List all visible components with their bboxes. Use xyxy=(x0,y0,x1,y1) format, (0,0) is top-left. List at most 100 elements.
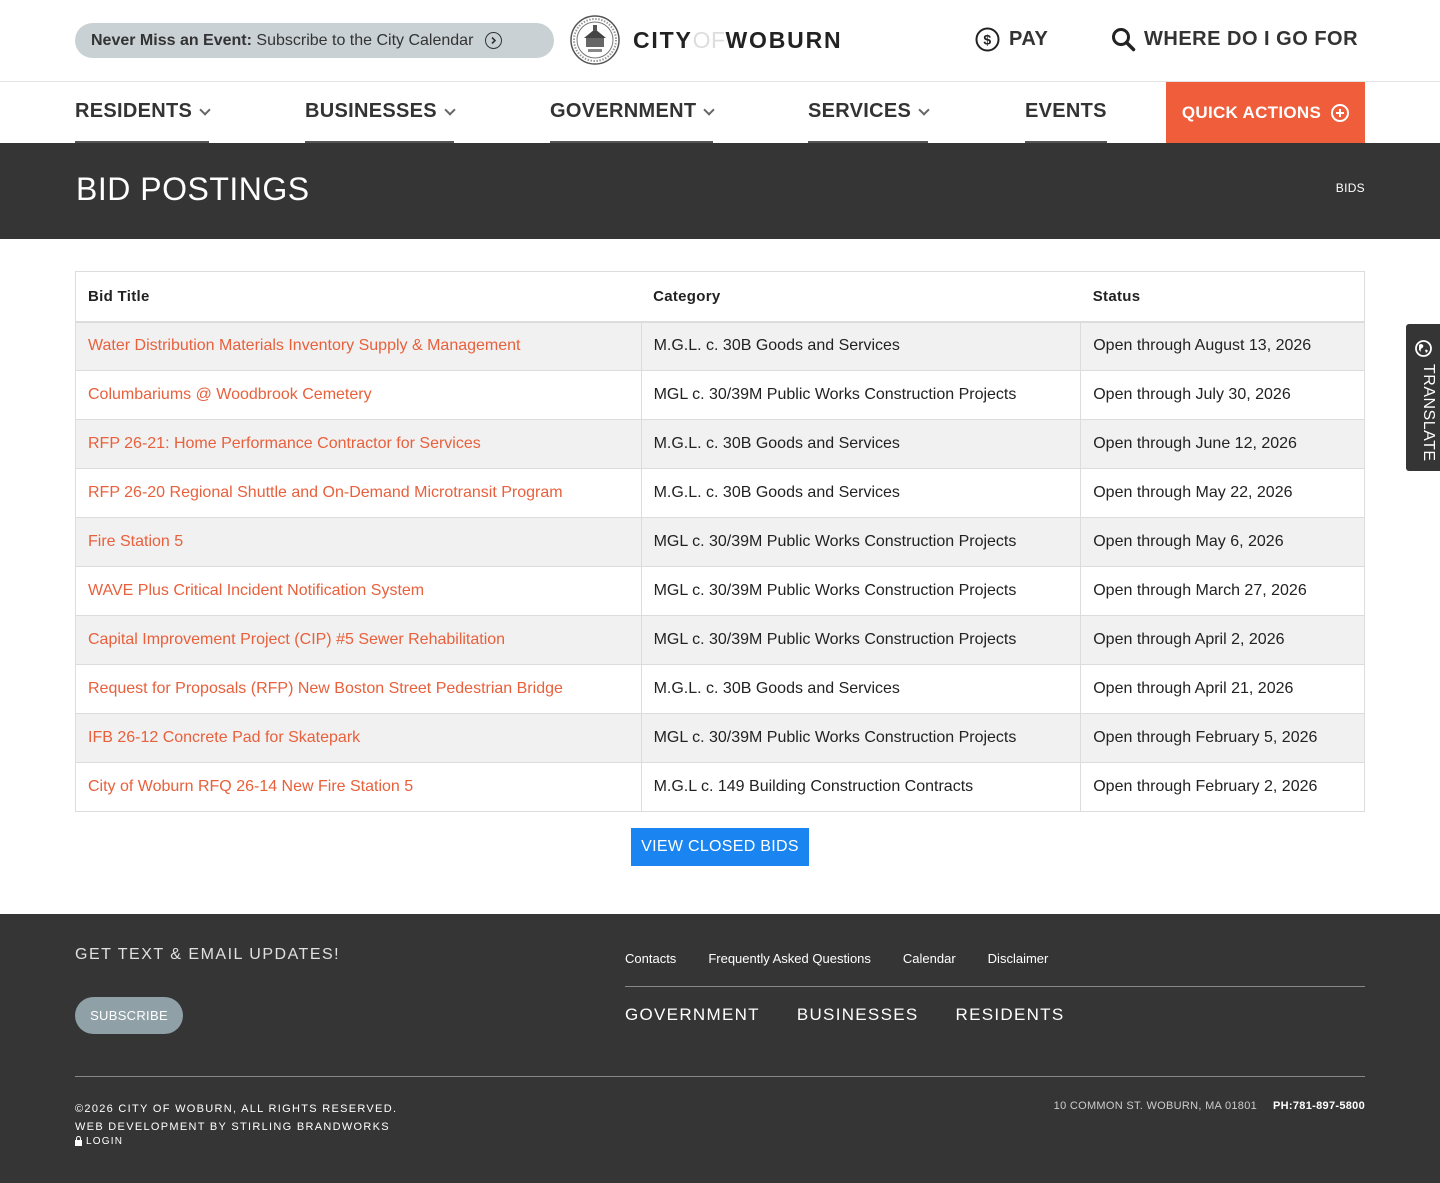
footer-link-calendar[interactable]: Calendar xyxy=(903,951,956,966)
login-link[interactable]: LOGIN xyxy=(75,1135,124,1147)
bid-category: M.G.L c. 149 Building Construction Contr… xyxy=(640,762,1081,812)
table-row: City of Woburn RFQ 26-14 New Fire Statio… xyxy=(75,762,1365,812)
bid-status: Open through April 21, 2026 xyxy=(1080,664,1365,714)
table-row: WAVE Plus Critical Incident Notification… xyxy=(75,566,1365,616)
footer-links: Contacts Frequently Asked Questions Cale… xyxy=(625,951,1080,966)
nav-events[interactable]: EVENTS xyxy=(1025,100,1107,143)
column-header-bid-title[interactable]: Bid Title xyxy=(75,271,642,323)
lock-icon xyxy=(75,1135,82,1146)
dollar-circle-icon: $ xyxy=(975,27,1000,52)
bid-category: M.G.L. c. 30B Goods and Services xyxy=(640,468,1081,518)
footer-nav-businesses[interactable]: BUSINESSES xyxy=(797,1005,919,1025)
footer-link-contacts[interactable]: Contacts xyxy=(625,951,676,966)
chevron-down-icon xyxy=(444,104,456,116)
breadcrumb[interactable]: BIDS xyxy=(1336,181,1365,195)
login-label: LOGIN xyxy=(86,1136,124,1147)
bid-status: Open through April 2, 2026 xyxy=(1080,615,1365,665)
table-body: Water Distribution Materials Inventory S… xyxy=(75,321,1365,812)
table-row: Request for Proposals (RFP) New Boston S… xyxy=(75,664,1365,714)
subscribe-button[interactable]: SUBSCRIBE xyxy=(75,997,183,1034)
bid-title-link[interactable]: WAVE Plus Critical Incident Notification… xyxy=(75,566,642,616)
nav-government-label: GOVERNMENT xyxy=(550,100,697,122)
nav-residents[interactable]: RESIDENTS xyxy=(75,100,211,143)
bid-status: Open through March 27, 2026 xyxy=(1080,566,1365,616)
bid-category: MGL c. 30/39M Public Works Construction … xyxy=(640,615,1081,665)
calendar-promo-link[interactable]: Never Miss an Event: Subscribe to the Ci… xyxy=(75,23,554,58)
city-seal-icon xyxy=(570,15,620,65)
main-nav: RESIDENTS BUSINESSES GOVERNMENT SERVICES… xyxy=(0,82,1440,143)
site-footer: GET TEXT & EMAIL UPDATES! SUBSCRIBE Cont… xyxy=(0,914,1440,1183)
bid-category: M.G.L. c. 30B Goods and Services xyxy=(640,664,1081,714)
bid-status: Open through May 6, 2026 xyxy=(1080,517,1365,567)
bid-category: MGL c. 30/39M Public Works Construction … xyxy=(640,517,1081,567)
bid-category: M.G.L. c. 30B Goods and Services xyxy=(640,321,1081,371)
nav-services-label: SERVICES xyxy=(808,100,912,122)
bid-title-link[interactable]: Fire Station 5 xyxy=(75,517,642,567)
top-header: Never Miss an Event: Subscribe to the Ci… xyxy=(0,0,1440,82)
page-title: BID POSTINGS xyxy=(76,171,310,207)
logo-name: WOBURN xyxy=(725,26,843,53)
nav-businesses-label: BUSINESSES xyxy=(305,100,437,122)
bid-title-link[interactable]: Columbariums @ Woodbrook Cemetery xyxy=(75,370,642,420)
column-header-category[interactable]: Category xyxy=(641,271,1081,323)
svg-text:$: $ xyxy=(983,32,991,48)
footer-nav-government[interactable]: GOVERNMENT xyxy=(625,1005,760,1025)
bid-category: M.G.L. c. 30B Goods and Services xyxy=(640,419,1081,469)
column-header-status[interactable]: Status xyxy=(1080,271,1365,323)
promo-text: Never Miss an Event: Subscribe to the Ci… xyxy=(91,32,473,50)
copyright-text: ©2026 CITY OF WOBURN, ALL RIGHTS RESERVE… xyxy=(75,1103,398,1115)
where-label: WHERE DO I GO FOR xyxy=(1144,28,1359,50)
table-row: Water Distribution Materials Inventory S… xyxy=(75,321,1365,371)
bid-status: Open through July 30, 2026 xyxy=(1080,370,1365,420)
nav-residents-label: RESIDENTS xyxy=(75,100,193,122)
bid-title-link[interactable]: City of Woburn RFQ 26-14 New Fire Statio… xyxy=(75,762,642,812)
bid-title-link[interactable]: Request for Proposals (RFP) New Boston S… xyxy=(75,664,642,714)
view-closed-bids-button[interactable]: VIEW CLOSED BIDS xyxy=(631,828,809,866)
address-text: 10 COMMON ST. WOBURN, MA 01801 xyxy=(1053,1100,1258,1112)
where-do-i-go-for-link[interactable]: WHERE DO I GO FOR xyxy=(1111,27,1358,52)
plus-circle-icon xyxy=(1331,103,1350,122)
quick-actions-button[interactable]: QUICK ACTIONS xyxy=(1166,82,1365,143)
bid-title-link[interactable]: RFP 26-21: Home Performance Contractor f… xyxy=(75,419,642,469)
pay-link[interactable]: $ PAY xyxy=(975,27,1048,52)
bid-title-link[interactable]: IFB 26-12 Concrete Pad for Skatepark xyxy=(75,713,642,763)
search-icon xyxy=(1112,28,1136,52)
table-row: RFP 26-21: Home Performance Contractor f… xyxy=(75,419,1365,469)
bid-status: Open through May 22, 2026 xyxy=(1080,468,1365,518)
footer-divider xyxy=(625,986,1365,987)
credit-link[interactable]: WEB DEVELOPMENT BY STIRLING BRANDWORKS xyxy=(75,1118,397,1136)
footer-nav-residents[interactable]: RESIDENTS xyxy=(956,1005,1065,1025)
promo-label: Subscribe to the City Calendar xyxy=(256,31,474,49)
nav-services[interactable]: SERVICES xyxy=(808,100,930,143)
footer-divider xyxy=(75,1076,1365,1077)
table-row: Capital Improvement Project (CIP) #5 Sew… xyxy=(75,615,1365,665)
bid-title-link[interactable]: Capital Improvement Project (CIP) #5 Sew… xyxy=(75,615,642,665)
arrow-circle-right-icon xyxy=(485,32,503,49)
table-row: Fire Station 5 MGL c. 30/39M Public Works… xyxy=(75,517,1365,567)
footer-link-faq[interactable]: Frequently Asked Questions xyxy=(708,951,871,966)
page-banner: BID POSTINGS BIDS xyxy=(0,143,1440,239)
logo-city: CITY xyxy=(633,26,693,53)
nav-businesses[interactable]: BUSINESSES xyxy=(305,100,456,143)
bid-category: MGL c. 30/39M Public Works Construction … xyxy=(640,713,1081,763)
translate-tab[interactable]: TRANSLATE xyxy=(1406,324,1440,471)
phone-number[interactable]: PH:781-897-5800 xyxy=(1273,1100,1365,1112)
footer-copyright: ©2026 CITY OF WOBURN, ALL RIGHTS RESERVE… xyxy=(75,1100,397,1136)
promo-bold-text: Never Miss an Event: xyxy=(91,31,252,49)
nav-government[interactable]: GOVERNMENT xyxy=(550,100,716,143)
pay-label: PAY xyxy=(1009,28,1049,50)
bid-status: Open through February 5, 2026 xyxy=(1080,713,1365,763)
bid-title-link[interactable]: Water Distribution Materials Inventory S… xyxy=(75,321,642,371)
bid-title-link[interactable]: RFP 26-20 Regional Shuttle and On-Demand… xyxy=(75,468,642,518)
chevron-down-icon xyxy=(918,104,930,116)
translate-label: TRANSLATE xyxy=(1420,364,1437,462)
chevron-down-icon xyxy=(703,104,716,116)
chevron-down-icon xyxy=(199,104,211,116)
bid-category: MGL c. 30/39M Public Works Construction … xyxy=(640,566,1081,616)
bid-status: Open through February 2, 2026 xyxy=(1080,762,1365,812)
footer-link-disclaimer[interactable]: Disclaimer xyxy=(988,951,1049,966)
bid-status: Open through August 13, 2026 xyxy=(1080,321,1365,371)
bid-table: Bid Title Category Status Water Distribu… xyxy=(75,271,1365,812)
logo-of: OF xyxy=(692,26,726,53)
city-logo[interactable]: CITYOFWOBURN xyxy=(570,15,842,65)
